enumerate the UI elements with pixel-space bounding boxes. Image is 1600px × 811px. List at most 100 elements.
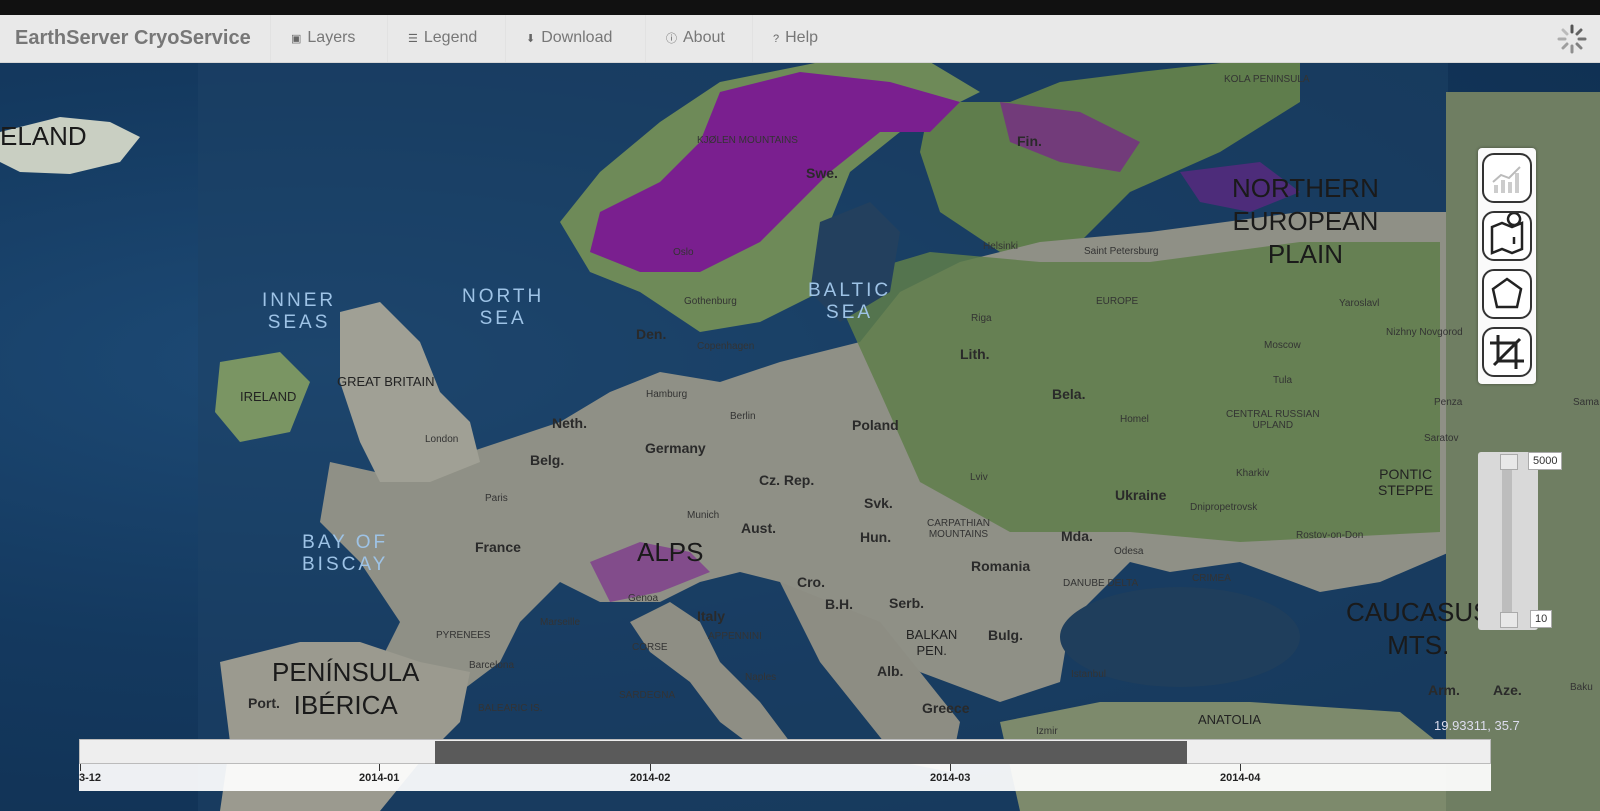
slider-handle-max[interactable] xyxy=(1500,454,1518,470)
question-circle-icon: ? xyxy=(773,33,780,45)
label-anatolia: ANATOLIA xyxy=(1198,712,1262,727)
label-riga: Riga xyxy=(971,313,992,324)
label-odesa: Odesa xyxy=(1114,546,1144,557)
timeline-tick xyxy=(80,764,81,771)
label-north-sea: NORTH SEA xyxy=(462,286,545,329)
label-saint-petersburg: Saint Petersburg xyxy=(1084,246,1159,257)
label-marseille: Marseille xyxy=(540,617,581,628)
label-copenhagen: Copenhagen xyxy=(697,341,755,352)
label-romania: Romania xyxy=(971,558,1031,574)
label-moscow: Moscow xyxy=(1264,340,1301,351)
slider-handle-min[interactable] xyxy=(1500,612,1518,628)
map-pin-tool-button[interactable] xyxy=(1482,211,1532,261)
label-northern-european-plain: NORTHERN EUROPEAN PLAIN xyxy=(1232,173,1379,269)
timeline-label: 2014-03 xyxy=(930,772,971,784)
label-ukraine: Ukraine xyxy=(1115,487,1167,503)
polygon-icon xyxy=(1491,277,1523,309)
nav-legend[interactable]: ☰ Legend xyxy=(387,15,497,62)
nav-help[interactable]: ? Help xyxy=(752,15,838,62)
label-naples: Naples xyxy=(745,672,777,683)
label-central-russian-upland: CENTRAL RUSSIAN UPLAND xyxy=(1226,409,1320,431)
app-title[interactable]: EarthServer CryoService xyxy=(15,27,251,50)
label-france: France xyxy=(475,539,521,555)
label-greece: Greece xyxy=(922,700,970,716)
label-belarus: Bela. xyxy=(1052,386,1086,402)
label-berlin: Berlin xyxy=(730,411,756,422)
nav-download[interactable]: ⬇ Download xyxy=(505,15,632,62)
label-slovakia: Svk. xyxy=(864,495,893,511)
label-london: London xyxy=(425,434,459,445)
timeline-label: 3-12 xyxy=(79,772,102,784)
label-azerbaijan: Aze. xyxy=(1493,682,1522,698)
polygon-tool-button[interactable] xyxy=(1482,269,1532,319)
info-circle-icon: ⓘ xyxy=(666,33,677,45)
timeline-label: 2014-04 xyxy=(1220,772,1261,784)
map-marker-icon xyxy=(1490,211,1524,255)
timeline-label: 2014-01 xyxy=(359,772,400,784)
label-poland: Poland xyxy=(852,417,899,433)
label-lithuania: Lith. xyxy=(960,346,990,362)
label-nizhny: Nizhny Novgorod xyxy=(1386,327,1463,338)
label-kjolen: KJØLEN MOUNTAINS xyxy=(697,135,798,146)
loading-spinner-icon xyxy=(1557,24,1587,54)
label-ireland: IRELAND xyxy=(240,389,297,404)
label-europe: EUROPE xyxy=(1096,296,1139,307)
label-iberian-peninsula: PENÍNSULA IBÉRICA xyxy=(272,657,420,720)
timeline-tick xyxy=(650,764,651,771)
label-homel: Homel xyxy=(1120,414,1149,425)
label-genoa: Genoa xyxy=(628,593,659,604)
label-croatia: Cro. xyxy=(797,574,825,590)
label-sweden: Swe. xyxy=(806,165,838,181)
timeline-tick xyxy=(1240,764,1241,771)
label-rostov: Rostov-on-Don xyxy=(1296,530,1364,541)
label-samara: Sama xyxy=(1573,397,1600,408)
label-istanbul: Istanbul xyxy=(1071,669,1107,680)
label-armenia: Arm. xyxy=(1428,682,1460,698)
nav-about[interactable]: ⓘ About xyxy=(645,15,745,62)
label-barcelona: Barcelona xyxy=(469,660,515,671)
nav-layers[interactable]: ▣ Layers xyxy=(270,15,375,62)
label-caucasus: CAUCASUS MTS. xyxy=(1346,597,1491,660)
timeline-axis: 3-12 2014-01 2014-02 2014-03 2014-04 xyxy=(79,764,1491,791)
label-paris: Paris xyxy=(485,493,508,504)
elevation-slider[interactable]: 5000 10 xyxy=(1478,452,1563,630)
label-bosnia: B.H. xyxy=(825,596,853,612)
label-germany: Germany xyxy=(645,440,706,456)
label-netherlands: Neth. xyxy=(552,415,587,431)
window-top-strip xyxy=(0,0,1600,15)
label-eland: ELAND xyxy=(0,121,87,151)
list-icon: ☰ xyxy=(408,33,418,45)
label-inner-seas: INNER SEAS xyxy=(262,290,337,333)
timeline-selected-range[interactable] xyxy=(435,741,1187,764)
label-saratov: Saratov xyxy=(1424,433,1459,444)
label-munich: Munich xyxy=(687,510,720,521)
timeline-track[interactable] xyxy=(79,739,1491,764)
label-austria: Aust. xyxy=(741,520,776,536)
label-balkan-peninsula: BALKAN PEN. xyxy=(906,627,958,658)
label-helsinki: Helsinki xyxy=(983,241,1019,252)
label-oslo: Oslo xyxy=(673,247,694,258)
chart-tool-button[interactable] xyxy=(1482,153,1532,203)
label-carpathian: CARPATHIAN MOUNTAINS xyxy=(927,518,990,540)
label-belgium: Belg. xyxy=(530,452,565,468)
label-corse: CORSE xyxy=(632,642,668,653)
label-hungary: Hun. xyxy=(860,529,892,545)
label-crimea: CRIMEA xyxy=(1192,573,1231,584)
label-sardegna: SARDEGNA xyxy=(619,690,676,701)
label-portugal: Port. xyxy=(248,695,280,711)
timeline-label: 2014-02 xyxy=(630,772,671,784)
label-bay-of-biscay: BAY OF BISCAY xyxy=(302,532,389,575)
time-slider[interactable]: 3-12 2014-01 2014-02 2014-03 2014-04 xyxy=(79,739,1491,791)
crop-tool-button[interactable] xyxy=(1482,327,1532,377)
timeline-tick xyxy=(379,764,380,771)
top-navbar: EarthServer CryoService ▣ Layers ☰ Legend … xyxy=(0,15,1600,63)
label-tula: Tula xyxy=(1273,375,1293,386)
map-view[interactable]: ELAND INNER SEAS NORTH SEA BALTIC SEA BA… xyxy=(0,62,1600,811)
label-albania: Alb. xyxy=(877,663,904,679)
slider-min-value: 10 xyxy=(1530,610,1553,628)
slider-track xyxy=(1502,462,1512,620)
label-pyrenees: PYRENEES xyxy=(436,630,491,641)
label-serbia: Serb. xyxy=(889,595,925,611)
label-kola: KOLA PENINSULA xyxy=(1224,74,1310,85)
label-izmir: Izmir xyxy=(1036,726,1058,737)
